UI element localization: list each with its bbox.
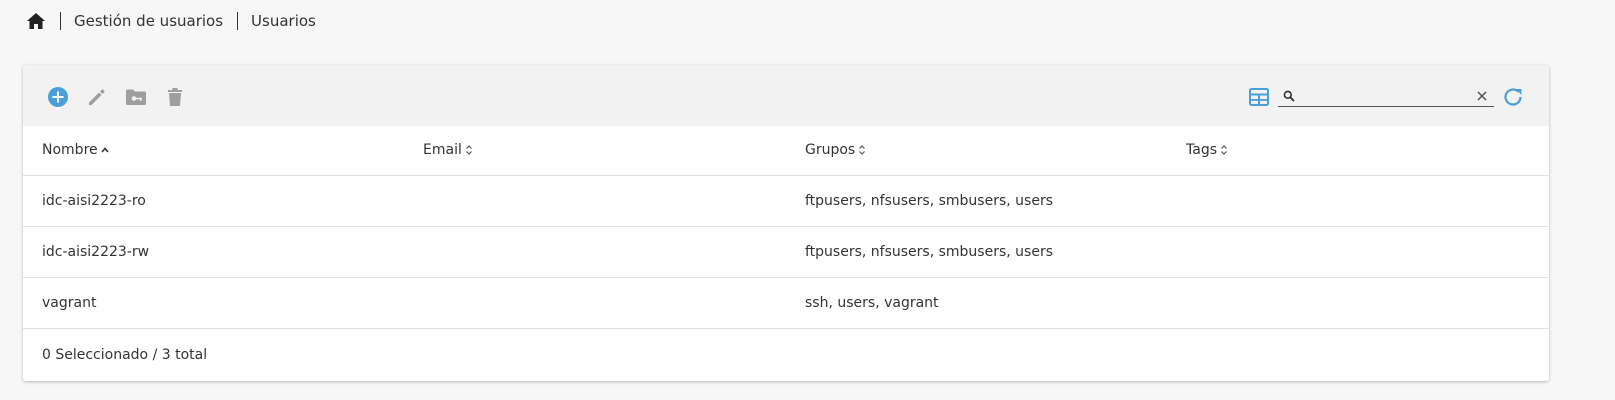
- cell-grupos: ftpusers, nfsusers, smbusers, users: [805, 192, 1053, 209]
- table-footer: 0 Seleccionado / 3 total: [23, 329, 1549, 381]
- cell-grupos: ftpusers, nfsusers, smbusers, users: [805, 243, 1053, 260]
- column-header-grupos[interactable]: Grupos: [786, 126, 1167, 176]
- breadcrumb-separator: [237, 12, 239, 30]
- search-field: [1278, 85, 1494, 107]
- refresh-icon: [1504, 88, 1522, 106]
- cell-nombre: idc-aisi2223-rw: [42, 243, 150, 260]
- cell-tags: [1167, 226, 1549, 277]
- home-icon[interactable]: [26, 11, 46, 31]
- search-icon: [1282, 89, 1296, 103]
- cell-email: [404, 277, 786, 328]
- cell-email: [404, 226, 786, 277]
- add-user-button[interactable]: [46, 85, 70, 109]
- column-header-label: Grupos: [805, 142, 856, 159]
- column-header-email[interactable]: Email: [404, 126, 786, 176]
- breadcrumb: Gestión de usuarios Usuarios: [26, 8, 316, 34]
- table-toolbar: [23, 65, 1549, 126]
- column-header-label: Email: [423, 142, 462, 159]
- add-circle-icon: [48, 87, 68, 107]
- breadcrumb-item-user-management[interactable]: Gestión de usuarios: [74, 12, 223, 30]
- table-header-row: Nombre Email Grupos Tags: [23, 126, 1549, 176]
- sort-unsorted-icon: [857, 143, 867, 157]
- folder-key-icon: [126, 89, 146, 105]
- search-input[interactable]: [1296, 85, 1474, 106]
- table-row[interactable]: idc-aisi2223-ro ftpusers, nfsusers, smbu…: [23, 175, 1549, 226]
- columns-toggle-button[interactable]: [1247, 85, 1271, 109]
- users-table-card: Nombre Email Grupos Tags idc-aisi2223-ro…: [23, 65, 1549, 381]
- pencil-icon: [89, 89, 105, 105]
- table-columns-icon: [1249, 88, 1269, 106]
- clear-search-icon[interactable]: [1474, 88, 1490, 104]
- column-header-tags[interactable]: Tags: [1167, 126, 1549, 176]
- table-row[interactable]: vagrant ssh, users, vagrant: [23, 277, 1549, 328]
- users-table: Nombre Email Grupos Tags idc-aisi2223-ro…: [23, 126, 1549, 329]
- breadcrumb-separator: [60, 12, 61, 30]
- sort-unsorted-icon: [464, 143, 474, 157]
- breadcrumb-item-users[interactable]: Usuarios: [251, 12, 316, 30]
- refresh-button[interactable]: [1501, 85, 1525, 109]
- column-header-nombre[interactable]: Nombre: [23, 126, 404, 176]
- column-header-label: Nombre: [42, 142, 98, 159]
- cell-nombre: vagrant: [42, 294, 97, 311]
- cell-nombre: idc-aisi2223-ro: [42, 192, 146, 209]
- table-row[interactable]: idc-aisi2223-rw ftpusers, nfsusers, smbu…: [23, 226, 1549, 277]
- trash-icon: [168, 88, 182, 106]
- selection-summary: 0 Seleccionado / 3 total: [42, 346, 208, 363]
- edit-user-button[interactable]: [85, 85, 109, 109]
- cell-tags: [1167, 175, 1549, 226]
- sort-unsorted-icon: [1219, 143, 1229, 157]
- change-password-button[interactable]: [124, 85, 148, 109]
- delete-user-button[interactable]: [163, 85, 187, 109]
- cell-email: [404, 175, 786, 226]
- cell-tags: [1167, 277, 1549, 328]
- cell-grupos: ssh, users, vagrant: [805, 294, 939, 311]
- column-header-label: Tags: [1186, 142, 1217, 159]
- sort-ascending-icon: [100, 143, 110, 157]
